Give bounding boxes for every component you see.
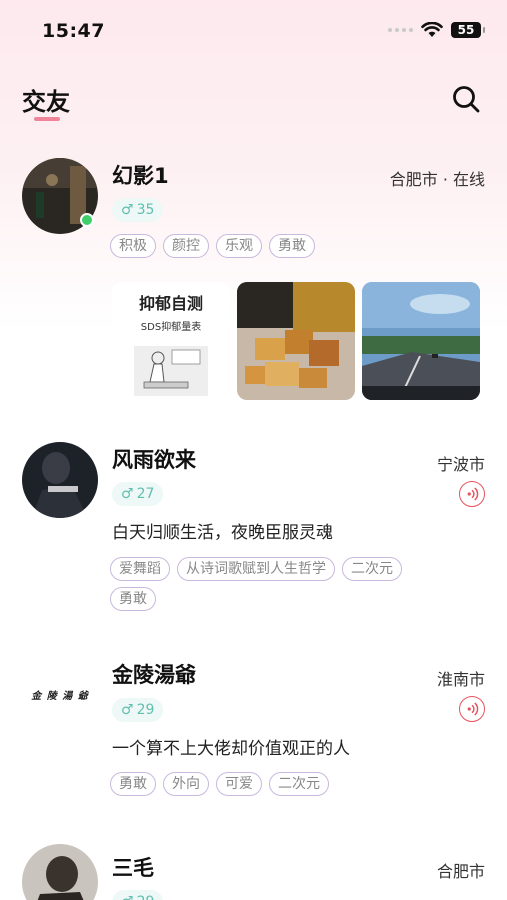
avatar[interactable]: 金 陵 湯 爺	[22, 657, 98, 733]
gender-age-badge: ♂ 35	[112, 198, 164, 222]
wifi-icon	[421, 22, 443, 37]
online-status-dot	[80, 213, 94, 227]
status-icons: 55	[388, 22, 485, 38]
user-name[interactable]: 风雨欲来	[112, 444, 196, 474]
age-value: 29	[137, 890, 155, 900]
male-icon: ♂	[121, 486, 134, 502]
cellular-signal-icon	[388, 28, 413, 32]
tag: 可爱	[216, 772, 262, 796]
avatar[interactable]	[22, 442, 98, 518]
photo-gifts[interactable]	[237, 282, 355, 400]
status-bar: 15:47 55	[0, 0, 507, 60]
tag: 二次元	[269, 772, 329, 796]
user-location: 淮南市	[436, 670, 485, 689]
gift-boxes-image	[237, 282, 355, 400]
tag: 颜控	[163, 234, 209, 258]
battery-icon: 55	[451, 22, 485, 38]
tag: 勇敢	[110, 772, 156, 796]
male-icon: ♂	[121, 890, 134, 900]
tag: 积极	[110, 234, 156, 258]
avatar-calligraphy: 金 陵 湯 爺	[31, 691, 89, 702]
sad-person-illustration	[134, 346, 208, 396]
user-location: 合肥市	[436, 862, 485, 881]
voice-greeting-icon[interactable]	[459, 696, 485, 722]
age-value: 29	[136, 702, 155, 718]
male-icon: ♂	[121, 202, 134, 218]
user-name[interactable]: 三毛	[112, 852, 154, 882]
user-name[interactable]: 金陵湯爺	[112, 659, 196, 689]
tag: 二次元	[342, 557, 402, 581]
user-location-status: 合肥市 · 在线	[389, 170, 485, 189]
test-title: 抑郁自测	[138, 294, 203, 313]
user-name[interactable]: 幻影1	[112, 160, 169, 190]
search-icon[interactable]	[451, 84, 481, 114]
gender-age-badge: ♂ 29	[112, 698, 164, 722]
photo-gallery: 抑郁自测 SDS抑郁量表	[112, 282, 480, 400]
avatar-photo	[22, 442, 98, 518]
photo-depression-test[interactable]: 抑郁自测 SDS抑郁量表	[112, 282, 230, 400]
tag: 勇敢	[110, 587, 156, 611]
tag-list: 积极 颜控 乐观 勇敢	[110, 234, 450, 258]
tag: 从诗词歌赋到人生哲学	[177, 557, 335, 581]
page-header: 交友	[0, 72, 507, 132]
tag: 乐观	[216, 234, 262, 258]
avatar-photo	[22, 844, 98, 900]
tag: 勇敢	[269, 234, 315, 258]
gender-age-badge: ♂ 27	[112, 482, 164, 506]
photo-highway[interactable]	[362, 282, 480, 400]
voice-greeting-icon[interactable]	[459, 481, 485, 507]
tag-list: 勇敢 外向 可爱 二次元	[110, 772, 450, 796]
tag: 爱舞蹈	[110, 557, 170, 581]
tag: 外向	[163, 772, 209, 796]
status-time: 15:47	[42, 20, 105, 42]
user-bio: 一个算不上大佬却价值观正的人	[112, 739, 350, 759]
tag-list: 爱舞蹈 从诗词歌赋到人生哲学 二次元 勇敢	[110, 557, 450, 611]
avatar[interactable]	[22, 844, 98, 900]
age-value: 27	[136, 486, 155, 502]
user-location: 宁波市	[436, 455, 485, 474]
test-subtitle: SDS抑郁量表	[140, 322, 202, 333]
tab-indicator	[34, 117, 60, 121]
male-icon: ♂	[121, 702, 134, 718]
age-value: 35	[136, 202, 155, 218]
user-bio: 白天归顺生活，夜晚臣服灵魂	[112, 523, 333, 543]
page-title[interactable]: 交友	[22, 82, 70, 117]
gender-age-badge: ♂ 29	[112, 890, 164, 900]
highway-image	[362, 282, 480, 400]
